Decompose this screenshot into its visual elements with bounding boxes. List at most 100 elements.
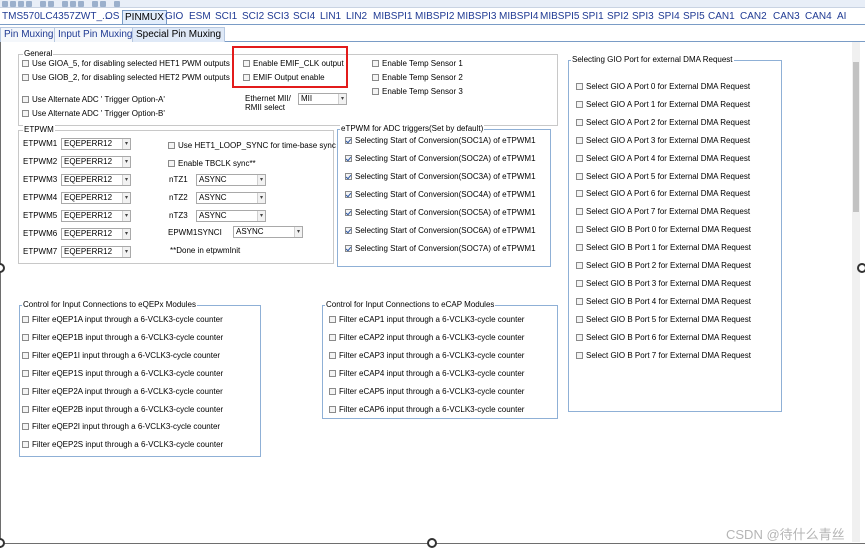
checkbox-box[interactable] (372, 74, 379, 81)
subtab-input-pin-muxing[interactable]: Input Pin Muxing (54, 27, 137, 42)
epwm1synci-select[interactable]: ASYNC ▾ (233, 226, 303, 238)
checkbox-box[interactable] (345, 173, 352, 180)
dma-request-checkbox-15[interactable]: Select GIO B Port 6 for External DMA Req… (576, 333, 751, 343)
tab-tms570lc4357zwt-[interactable]: TMS570LC4357ZWT_... (0, 10, 112, 24)
checkbox-box[interactable] (22, 60, 29, 67)
adc-trigger-checkbox-2[interactable]: Selecting Start of Conversion(SOC2A) of … (345, 154, 536, 164)
checkbox-box[interactable] (372, 88, 379, 95)
resize-handle-right[interactable] (857, 263, 865, 273)
temp-sensor-checkbox-2[interactable]: Enable Temp Sensor 2 (372, 73, 463, 83)
ntz-select-1[interactable]: ASYNC ▾ (196, 174, 266, 186)
tab-pinmux[interactable]: PINMUX (122, 10, 167, 24)
checkbox-box[interactable] (576, 208, 583, 216)
dma-request-checkbox-8[interactable]: Select GIO A Port 7 for External DMA Req… (576, 207, 750, 217)
ethernet-select[interactable]: MII ▾ (298, 93, 347, 105)
temp-sensor-checkbox-3[interactable]: Enable Temp Sensor 3 (372, 87, 463, 97)
checkbox-box[interactable] (329, 351, 336, 359)
temp-sensor-checkbox-1[interactable]: Enable Temp Sensor 1 (372, 59, 463, 69)
tab-can4[interactable]: CAN4 (803, 10, 834, 24)
undo-icon[interactable] (40, 1, 46, 7)
checkbox-box[interactable] (345, 209, 352, 216)
etpwm-select-2[interactable]: EQEPERR12 ▾ (61, 156, 131, 168)
dma-request-checkbox-9[interactable]: Select GIO B Port 0 for External DMA Req… (576, 225, 751, 235)
settings-icon[interactable] (92, 1, 98, 7)
resize-handle-bottom-left[interactable] (0, 538, 5, 548)
tab-spi4[interactable]: SPI4 (656, 10, 682, 24)
checkbox-box[interactable] (22, 387, 29, 395)
vertical-scrollbar[interactable] (852, 42, 860, 542)
eqep-filter-checkbox-2[interactable]: Filter eQEP1B input through a 6-VCLK3-cy… (22, 333, 223, 343)
checkbox-box[interactable] (22, 74, 29, 81)
checkbox-box[interactable] (576, 172, 583, 180)
checkbox-box[interactable] (22, 333, 29, 341)
checkbox-box[interactable] (576, 154, 583, 162)
subtab-pin-muxing[interactable]: Pin Muxing (0, 27, 58, 42)
help-icon[interactable] (114, 1, 120, 7)
checkbox-box[interactable] (22, 405, 29, 413)
ecap-filter-checkbox-2[interactable]: Filter eCAP2 input through a 6-VCLK3-cyc… (329, 333, 524, 343)
dma-request-checkbox-6[interactable]: Select GIO A Port 5 for External DMA Req… (576, 172, 750, 182)
checkbox-box[interactable] (576, 351, 583, 359)
general-checkbox-2[interactable]: Use GIOB_2, for disabling selected HET2 … (22, 73, 230, 83)
dma-request-checkbox-4[interactable]: Select GIO A Port 3 for External DMA Req… (576, 136, 750, 146)
checkbox-box[interactable] (345, 137, 352, 144)
checkbox-box[interactable] (329, 316, 336, 323)
dma-request-checkbox-13[interactable]: Select GIO B Port 4 for External DMA Req… (576, 297, 751, 307)
tab-ai[interactable]: AI (835, 10, 848, 24)
scroll-thumb[interactable] (853, 62, 859, 212)
ecap-filter-checkbox-5[interactable]: Filter eCAP5 input through a 6-VCLK3-cyc… (329, 387, 524, 397)
eqep-filter-checkbox-4[interactable]: Filter eQEP1S input through a 6-VCLK3-cy… (22, 369, 223, 379)
tab-mibspi4[interactable]: MIBSPI4 (497, 10, 540, 24)
resize-handle-bottom-center[interactable] (427, 538, 437, 548)
eqep-filter-checkbox-1[interactable]: Filter eQEP1A input through a 6-VCLK3-cy… (22, 315, 223, 325)
adc-trigger-checkbox-3[interactable]: Selecting Start of Conversion(SOC3A) of … (345, 172, 536, 182)
open-folder-icon[interactable] (10, 1, 16, 7)
adc-trigger-checkbox-1[interactable]: Selecting Start of Conversion(SOC1A) of … (345, 136, 536, 146)
save-icon[interactable] (18, 1, 24, 7)
checkbox-box[interactable] (576, 226, 583, 234)
eqep-filter-checkbox-5[interactable]: Filter eQEP2A input through a 6-VCLK3-cy… (22, 387, 223, 397)
checkbox-box[interactable] (22, 441, 29, 449)
adc-trigger-checkbox-4[interactable]: Selecting Start of Conversion(SOC4A) of … (345, 190, 536, 200)
tab-mibspi3[interactable]: MIBSPI3 (455, 10, 498, 24)
tab-can2[interactable]: CAN2 (738, 10, 769, 24)
checkbox-box[interactable] (372, 60, 379, 67)
subtab-special-pin-muxing[interactable]: Special Pin Muxing (132, 27, 226, 42)
loop-sync-checkbox[interactable]: Use HET1_LOOP_SYNC for time-base sync (168, 141, 336, 151)
dma-request-checkbox-14[interactable]: Select GIO B Port 5 for External DMA Req… (576, 315, 751, 325)
adc-trigger-checkbox-5[interactable]: Selecting Start of Conversion(SOC5A) of … (345, 208, 536, 218)
tab-mibspi1[interactable]: MIBSPI1 (371, 10, 414, 24)
general-checkbox-4[interactable]: Use Alternate ADC ' Trigger Option-B' (22, 109, 165, 119)
checkbox-box[interactable] (22, 316, 29, 323)
checkbox-box[interactable] (168, 160, 175, 167)
dma-request-checkbox-5[interactable]: Select GIO A Port 4 for External DMA Req… (576, 154, 750, 164)
tab-spi3[interactable]: SPI3 (630, 10, 656, 24)
adc-trigger-checkbox-7[interactable]: Selecting Start of Conversion(SOC7A) of … (345, 244, 536, 254)
tab-spi1[interactable]: SPI1 (580, 10, 606, 24)
ecap-filter-checkbox-6[interactable]: Filter eCAP6 input through a 6-VCLK3-cyc… (329, 405, 524, 415)
etpwm-select-1[interactable]: EQEPERR12 ▾ (61, 138, 131, 150)
redo-icon[interactable] (48, 1, 54, 7)
etpwm-select-6[interactable]: EQEPERR12 ▾ (61, 228, 131, 240)
tab-os[interactable]: OS (103, 10, 121, 24)
checkbox-box[interactable] (576, 83, 583, 90)
dma-request-checkbox-2[interactable]: Select GIO A Port 1 for External DMA Req… (576, 100, 750, 110)
checkbox-box[interactable] (22, 96, 29, 103)
checkbox-box[interactable] (576, 262, 583, 269)
etpwm-select-7[interactable]: EQEPERR12 ▾ (61, 246, 131, 258)
checkbox-box[interactable] (345, 191, 352, 198)
checkbox-box[interactable] (329, 333, 336, 341)
tab-esm[interactable]: ESM (187, 10, 213, 24)
checkbox-box[interactable] (576, 136, 583, 144)
eqep-filter-checkbox-6[interactable]: Filter eQEP2B input through a 6-VCLK3-cy… (22, 405, 223, 415)
tab-lin1[interactable]: LIN1 (318, 10, 343, 24)
tab-mibspi2[interactable]: MIBSPI2 (413, 10, 456, 24)
build-icon[interactable] (100, 1, 106, 7)
checkbox-box[interactable] (329, 405, 336, 413)
checkbox-box[interactable] (576, 100, 583, 108)
dma-request-checkbox-1[interactable]: Select GIO A Port 0 for External DMA Req… (576, 82, 750, 92)
checkbox-box[interactable] (345, 245, 352, 252)
checkbox-box[interactable] (345, 227, 352, 234)
dma-request-checkbox-11[interactable]: Select GIO B Port 2 for External DMA Req… (576, 261, 751, 271)
new-file-icon[interactable] (2, 1, 8, 7)
